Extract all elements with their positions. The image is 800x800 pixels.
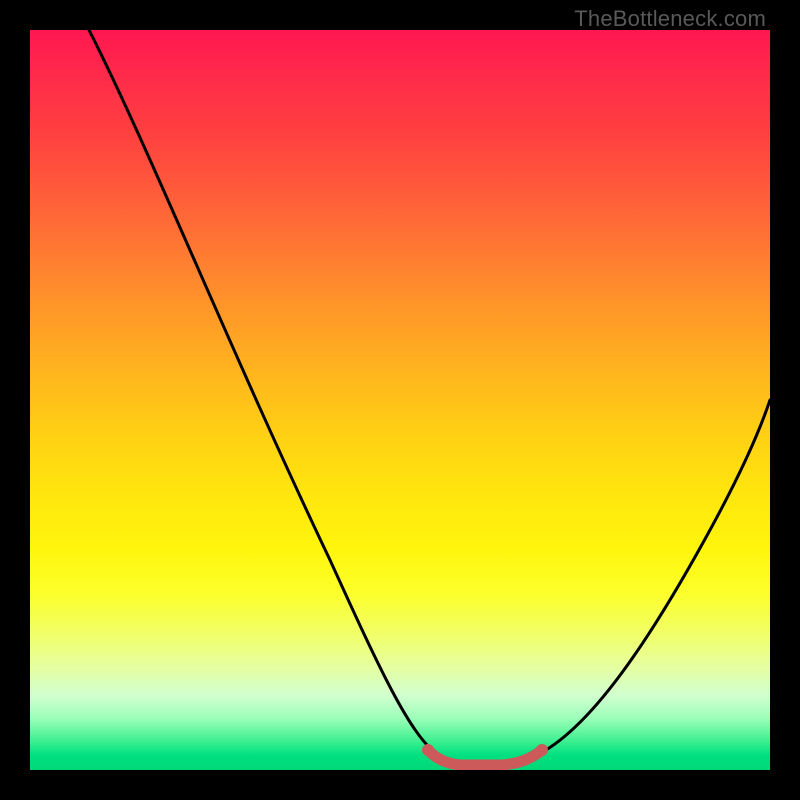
highlight-segment (428, 750, 542, 765)
highlight-end-right (536, 744, 548, 756)
plot-area (30, 30, 770, 770)
curve-svg (30, 30, 770, 770)
highlight-end-left (422, 744, 434, 756)
chart-frame: TheBottleneck.com (0, 0, 800, 800)
main-curve (89, 30, 770, 765)
watermark-text: TheBottleneck.com (574, 6, 766, 32)
